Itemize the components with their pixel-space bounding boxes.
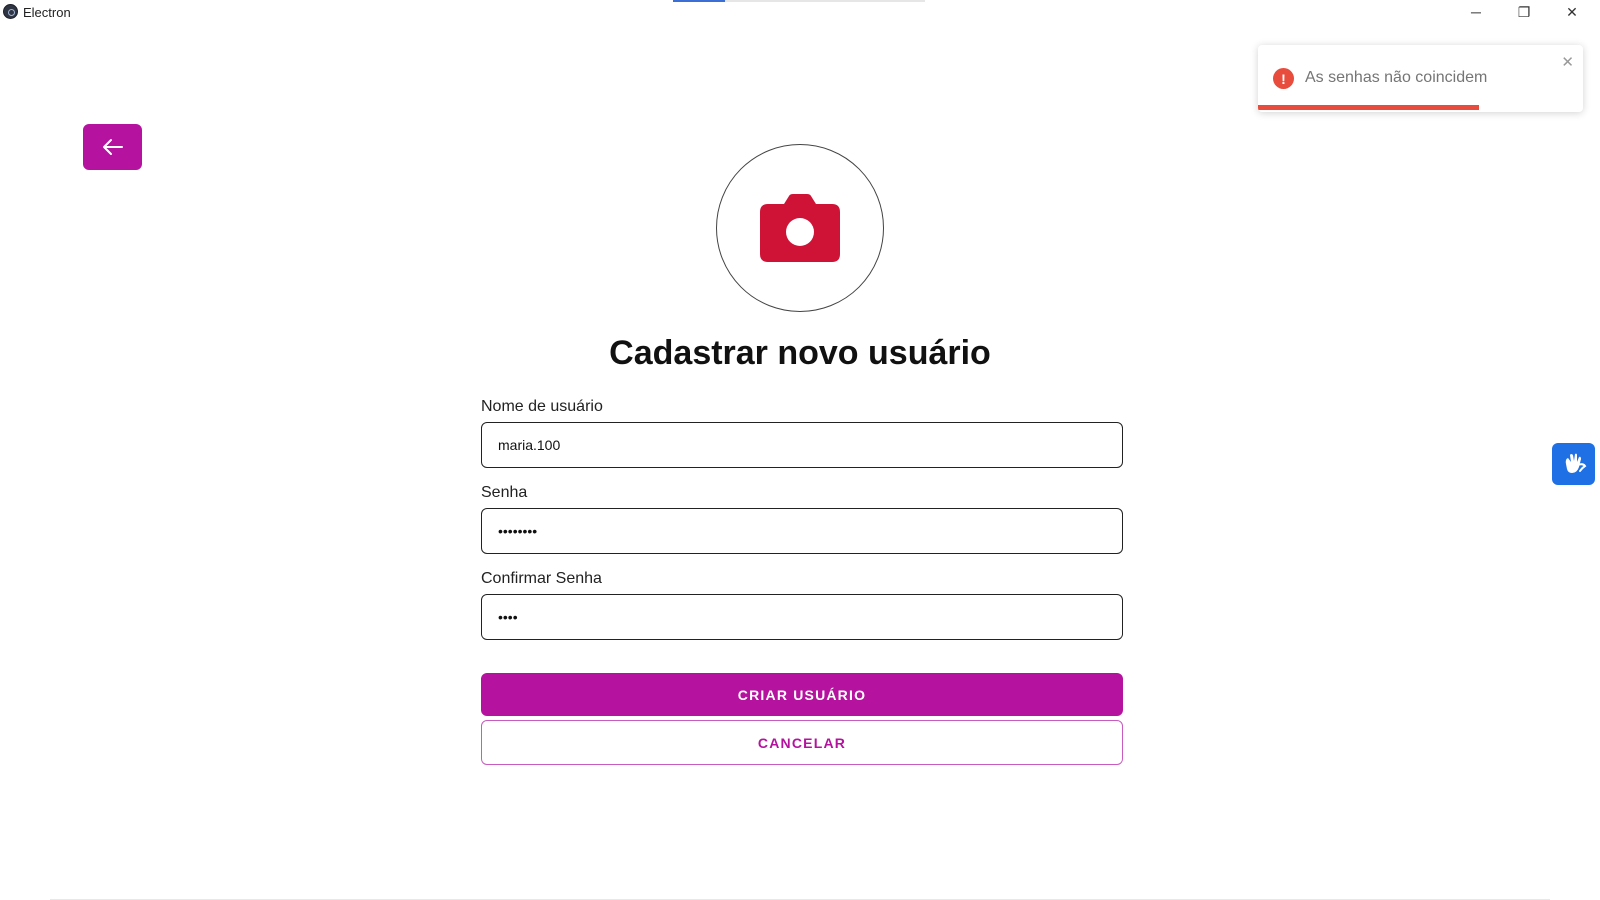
back-button[interactable]: [83, 124, 142, 170]
username-label: Nome de usuário: [481, 398, 603, 415]
password-input[interactable]: [481, 508, 1123, 554]
arrow-left-icon: [102, 139, 123, 155]
username-input[interactable]: [481, 422, 1123, 468]
confirm-password-label: Confirmar Senha: [481, 570, 602, 587]
password-label: Senha: [481, 484, 528, 501]
page-title: Cadastrar novo usuário: [609, 334, 991, 372]
create-user-button[interactable]: CRIAR USUÁRIO: [481, 673, 1123, 716]
title-bar: Electron ─ ❐ ✕: [0, 0, 1600, 24]
maximize-button[interactable]: ❐: [1501, 0, 1547, 24]
close-window-button[interactable]: ✕: [1549, 0, 1595, 24]
loading-indicator-active: [673, 0, 725, 2]
error-icon: !: [1273, 68, 1294, 89]
sign-language-icon: [1565, 453, 1586, 473]
toast-message: As senhas não coincidem: [1305, 69, 1488, 86]
window-title: Electron: [23, 5, 71, 20]
error-toast: ! As senhas não coincidem ✕: [1258, 45, 1583, 112]
electron-logo-icon: [3, 4, 18, 19]
avatar-upload[interactable]: [716, 144, 884, 312]
toast-close-button[interactable]: ✕: [1561, 53, 1574, 71]
confirm-password-input[interactable]: [481, 594, 1123, 640]
minimize-button[interactable]: ─: [1453, 0, 1499, 24]
toast-progress-bar: [1258, 105, 1479, 110]
cancel-button[interactable]: CANCELAR: [481, 720, 1123, 765]
loading-indicator: [673, 0, 925, 2]
camera-icon: [760, 194, 840, 262]
accessibility-button[interactable]: [1552, 443, 1595, 485]
